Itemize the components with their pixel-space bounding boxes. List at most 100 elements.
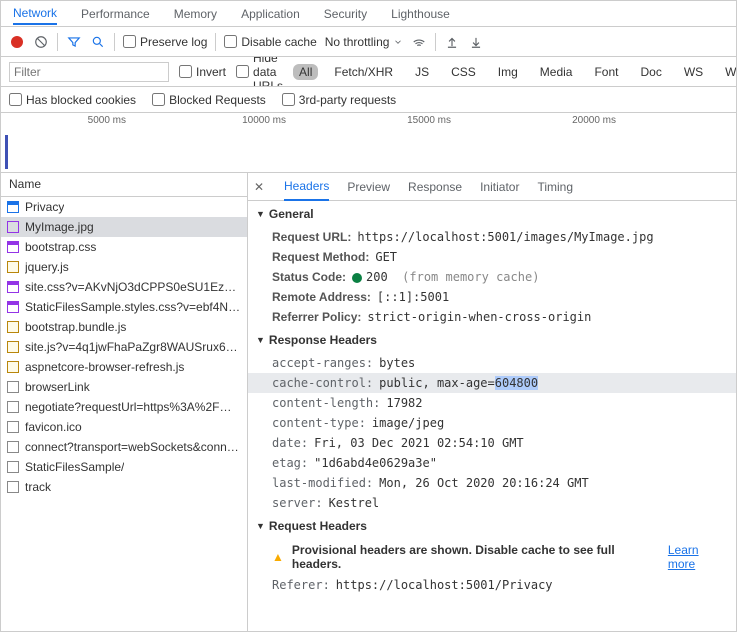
download-icon[interactable]: [468, 34, 484, 50]
details-tab-bar: ✕ Headers Preview Response Initiator Tim…: [248, 173, 736, 201]
request-row[interactable]: site.css?v=AKvNjO3dCPPS0eSU1Ez8T2…: [1, 277, 247, 297]
filter-input[interactable]: [9, 62, 169, 82]
network-conditions-icon[interactable]: [411, 34, 427, 50]
upload-icon[interactable]: [444, 34, 460, 50]
dtab-headers[interactable]: Headers: [284, 173, 329, 201]
request-row[interactable]: favicon.ico: [1, 417, 247, 437]
dtab-response[interactable]: Response: [408, 174, 462, 200]
request-name: bootstrap.bundle.js: [25, 320, 126, 334]
type-fetch-xhr[interactable]: Fetch/XHR: [328, 64, 399, 80]
tab-performance[interactable]: Performance: [81, 3, 150, 25]
header-value: strict-origin-when-cross-origin: [367, 310, 591, 324]
tab-application[interactable]: Application: [241, 3, 300, 25]
filter-icon[interactable]: [66, 34, 82, 50]
file-icon: [7, 461, 19, 473]
search-icon[interactable]: [90, 34, 106, 50]
timeline-activity-bar: [5, 135, 8, 169]
request-row[interactable]: jquery.js: [1, 257, 247, 277]
timeline-overview[interactable]: 5000 ms 10000 ms 15000 ms 20000 ms: [1, 113, 736, 173]
request-name: favicon.ico: [25, 420, 82, 434]
blocked-requests-checkbox[interactable]: Blocked Requests: [152, 93, 266, 107]
hide-data-urls-checkbox[interactable]: Hide data URLs: [236, 57, 283, 87]
request-row[interactable]: bootstrap.bundle.js: [1, 317, 247, 337]
request-name: bootstrap.css: [25, 240, 96, 254]
disable-cache-checkbox[interactable]: Disable cache: [224, 35, 316, 49]
type-img[interactable]: Img: [492, 64, 524, 80]
request-name: browserLink: [25, 380, 90, 394]
request-name: StaticFilesSample/: [25, 460, 124, 474]
chevron-down-icon: ▼: [256, 209, 265, 219]
clear-button[interactable]: [33, 34, 49, 50]
header-row: Request URL:https://localhost:5001/image…: [248, 227, 736, 247]
throttling-select[interactable]: No throttling: [325, 35, 404, 49]
type-wasm[interactable]: Wasm: [719, 64, 736, 80]
header-key: etag:: [272, 456, 308, 470]
record-button[interactable]: [9, 34, 25, 50]
request-row[interactable]: site.js?v=4q1jwFhaPaZgr8WAUSrux6hA…: [1, 337, 247, 357]
section-general[interactable]: ▼General: [248, 201, 736, 227]
header-row: accept-ranges:bytes: [248, 353, 736, 373]
invert-checkbox[interactable]: Invert: [179, 65, 226, 79]
request-name: negotiate?requestUrl=https%3A%2F%2…: [25, 400, 241, 414]
request-name: MyImage.jpg: [25, 220, 94, 234]
request-row[interactable]: track: [1, 477, 247, 497]
tab-lighthouse[interactable]: Lighthouse: [391, 3, 450, 25]
request-row[interactable]: aspnetcore-browser-refresh.js: [1, 357, 247, 377]
header-row: content-type:image/jpeg: [248, 413, 736, 433]
file-icon: [7, 381, 19, 393]
request-row[interactable]: MyImage.jpg: [1, 217, 247, 237]
header-key: Request Method:: [272, 250, 369, 264]
type-doc[interactable]: Doc: [634, 64, 667, 80]
list-header-name[interactable]: Name: [1, 173, 247, 197]
request-row[interactable]: StaticFilesSample.styles.css?v=ebf4NvV…: [1, 297, 247, 317]
header-key: cache-control:: [272, 376, 373, 390]
file-icon: [7, 441, 19, 453]
dtab-preview[interactable]: Preview: [347, 174, 390, 200]
header-value: bytes: [379, 356, 415, 370]
header-row: Remote Address:[::1]:5001: [248, 287, 736, 307]
request-name: aspnetcore-browser-refresh.js: [25, 360, 184, 374]
header-value: [::1]:5001: [377, 290, 449, 304]
learn-more-link[interactable]: Learn more: [668, 543, 728, 571]
header-key: Referrer Policy:: [272, 310, 361, 324]
header-key: Status Code:: [272, 270, 346, 284]
request-details: ✕ Headers Preview Response Initiator Tim…: [248, 173, 736, 631]
header-extra: (from memory cache): [388, 270, 540, 284]
tab-memory[interactable]: Memory: [174, 3, 217, 25]
filter-bar: Invert Hide data URLs All Fetch/XHR JS C…: [1, 57, 736, 87]
preserve-log-checkbox[interactable]: Preserve log: [123, 35, 207, 49]
type-media[interactable]: Media: [534, 64, 579, 80]
request-row[interactable]: negotiate?requestUrl=https%3A%2F%2…: [1, 397, 247, 417]
type-css[interactable]: CSS: [445, 64, 482, 80]
type-all[interactable]: All: [293, 64, 318, 80]
filter-bar-2: Has blocked cookies Blocked Requests 3rd…: [1, 87, 736, 113]
request-row[interactable]: Privacy: [1, 197, 247, 217]
type-js[interactable]: JS: [409, 64, 435, 80]
tab-security[interactable]: Security: [324, 3, 367, 25]
file-icon: [7, 421, 19, 433]
tab-network[interactable]: Network: [13, 2, 57, 25]
header-key: date:: [272, 436, 308, 450]
blocked-cookies-checkbox[interactable]: Has blocked cookies: [9, 93, 136, 107]
request-row[interactable]: browserLink: [1, 377, 247, 397]
close-icon[interactable]: ✕: [254, 180, 266, 194]
header-row: Referer:https://localhost:5001/Privacy: [248, 575, 736, 595]
request-row[interactable]: bootstrap.css: [1, 237, 247, 257]
timeline-tick: 20000 ms: [572, 115, 616, 126]
file-icon: [7, 201, 19, 213]
section-request-headers[interactable]: ▼Request Headers: [248, 513, 736, 539]
type-font[interactable]: Font: [588, 64, 624, 80]
type-ws[interactable]: WS: [678, 64, 709, 80]
header-row: date:Fri, 03 Dec 2021 02:54:10 GMT: [248, 433, 736, 453]
divider: [435, 33, 436, 51]
section-response-headers[interactable]: ▼Response Headers: [248, 327, 736, 353]
file-icon: [7, 281, 19, 293]
request-row[interactable]: connect?transport=webSockets&conne…: [1, 437, 247, 457]
header-value: 17982: [386, 396, 422, 410]
dtab-timing[interactable]: Timing: [537, 174, 573, 200]
provisional-headers-warning: ▲ Provisional headers are shown. Disable…: [248, 539, 736, 575]
dtab-initiator[interactable]: Initiator: [480, 174, 519, 200]
file-icon: [7, 221, 19, 233]
third-party-checkbox[interactable]: 3rd-party requests: [282, 93, 396, 107]
request-row[interactable]: StaticFilesSample/: [1, 457, 247, 477]
